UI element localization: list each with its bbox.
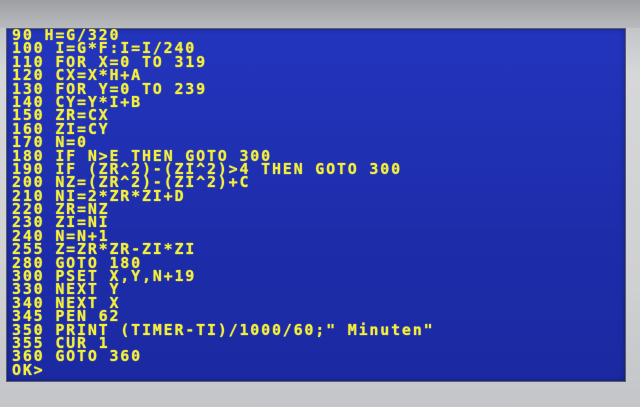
listing-line: 160 ZI=CY	[12, 119, 110, 138]
program-listing: 90 H=G/320 100 I=G*F:I=I/240 110 FOR X=0…	[12, 29, 624, 377]
command-prompt[interactable]: OK>	[12, 362, 624, 377]
bezel-top-edge	[0, 0, 640, 28]
basic-screen[interactable]: 90 H=G/320 100 I=G*F:I=I/240 110 FOR X=0…	[6, 28, 626, 382]
listing-line: 360 GOTO 360	[12, 347, 142, 366]
